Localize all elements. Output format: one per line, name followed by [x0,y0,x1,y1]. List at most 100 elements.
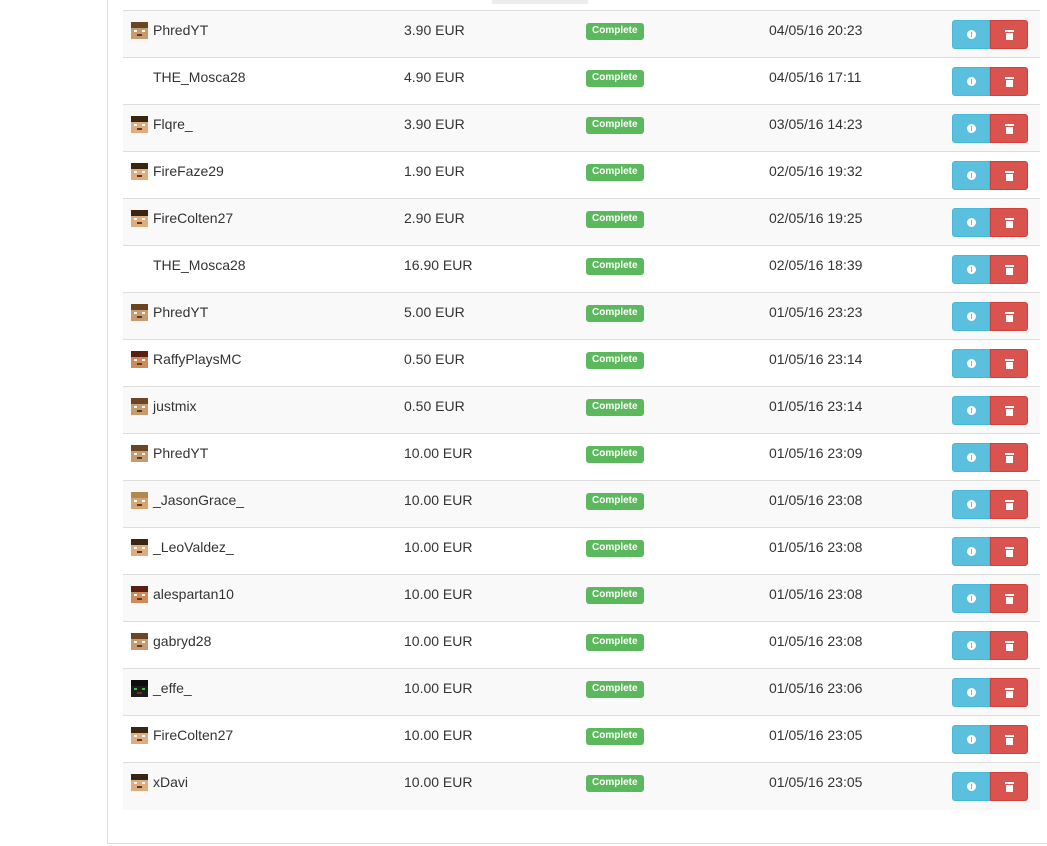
username-cell: _JasonGrace_ [123,480,404,528]
info-button[interactable] [952,537,990,566]
avatar-eye [142,217,145,220]
delete-button[interactable] [990,631,1028,660]
delete-button[interactable] [990,67,1028,96]
status-badge: Complete [586,211,644,228]
avatar-hair [131,303,148,310]
delete-button[interactable] [990,208,1028,237]
trash-icon [1004,170,1014,181]
info-button[interactable] [952,67,990,96]
avatar-mouth [137,127,142,130]
user-cell-content: PhredYT [123,293,404,331]
info-button[interactable] [952,631,990,660]
avatar [131,632,148,650]
table-row: gabryd28 10.00 EUR Complete 01/05/16 23:08 [123,621,1040,669]
info-button[interactable] [952,584,990,613]
actions-cell [952,386,1040,434]
date: 01/05/16 23:08 [769,633,863,649]
user-cell-content: alespartan10 [123,575,404,613]
info-button[interactable] [952,396,990,425]
delete-button[interactable] [990,678,1028,707]
actions-cell [952,151,1040,199]
username: THE_Mosca28 [153,69,246,85]
delete-button[interactable] [990,255,1028,284]
avatar-mouth [137,691,142,694]
info-button[interactable] [952,114,990,143]
username-cell: gabryd28 [123,621,404,669]
info-button[interactable] [952,443,990,472]
date: 03/05/16 14:23 [769,116,863,132]
amount: 0.50 EUR [404,351,465,367]
status-cell: Complete [586,621,769,669]
info-circle-icon [966,500,976,509]
amount: 10.00 EUR [404,539,473,555]
avatar-eye [134,170,137,173]
info-button[interactable] [952,490,990,519]
date: 01/05/16 23:08 [769,539,863,555]
delete-button[interactable] [990,114,1028,143]
status-badge: Complete [586,681,644,698]
status-badge: Complete [586,775,644,792]
delete-button[interactable] [990,584,1028,613]
date: 01/05/16 23:08 [769,492,863,508]
status-badge: Complete [586,587,644,604]
avatar-hair [131,632,148,639]
table-row: _JasonGrace_ 10.00 EUR Complete 01/05/16 23… [123,480,1040,528]
avatar-hair [131,444,148,451]
top-tab-indicator [492,0,588,4]
amount: 3.90 EUR [404,22,465,38]
delete-button[interactable] [990,302,1028,331]
avatar-eye [142,452,145,455]
actions-cell [952,527,1040,575]
info-button[interactable] [952,161,990,190]
avatar-mouth [137,409,142,412]
date: 01/05/16 23:05 [769,727,863,743]
amount: 10.00 EUR [404,633,473,649]
delete-button[interactable] [990,443,1028,472]
info-button[interactable] [952,302,990,331]
status-cell: Complete [586,198,769,246]
username: PhredYT [153,445,209,461]
info-button[interactable] [952,772,990,801]
trash-icon [1004,264,1014,275]
info-button[interactable] [952,725,990,754]
table-row: PhredYT 3.90 EUR Complete 04/05/16 20:23 [123,10,1040,58]
trash-icon [1004,29,1014,40]
action-button-group [952,208,1040,237]
status-badge: Complete [586,23,644,40]
delete-button[interactable] [990,396,1028,425]
table-row: Flqre_ 3.90 EUR Complete 03/05/16 14:23 [123,104,1040,152]
delete-button[interactable] [990,537,1028,566]
info-button[interactable] [952,349,990,378]
avatar [131,69,148,86]
status-cell: Complete [586,668,769,716]
avatar-mouth [137,503,142,506]
delete-button[interactable] [990,349,1028,378]
info-circle-icon [966,547,976,556]
username: PhredYT [153,22,209,38]
status-badge: Complete [586,493,644,510]
delete-button[interactable] [990,490,1028,519]
info-button[interactable] [952,678,990,707]
actions-cell [952,339,1040,387]
avatar-eye [142,734,145,737]
info-button[interactable] [952,20,990,49]
avatar-hair [131,491,148,498]
info-button[interactable] [952,255,990,284]
avatar-eye [142,29,145,32]
delete-button[interactable] [990,161,1028,190]
avatar [131,585,148,603]
avatar-eye [134,640,137,643]
username-cell: PhredYT [123,10,404,58]
actions-cell [952,198,1040,246]
delete-button[interactable] [990,20,1028,49]
actions-cell [952,245,1040,293]
date: 01/05/16 23:05 [769,774,863,790]
info-circle-icon [966,406,976,415]
delete-button[interactable] [990,725,1028,754]
avatar [131,444,148,462]
delete-button[interactable] [990,772,1028,801]
username-cell: alespartan10 [123,574,404,622]
status-cell: Complete [586,339,769,387]
info-button[interactable] [952,208,990,237]
avatar-eye [142,640,145,643]
